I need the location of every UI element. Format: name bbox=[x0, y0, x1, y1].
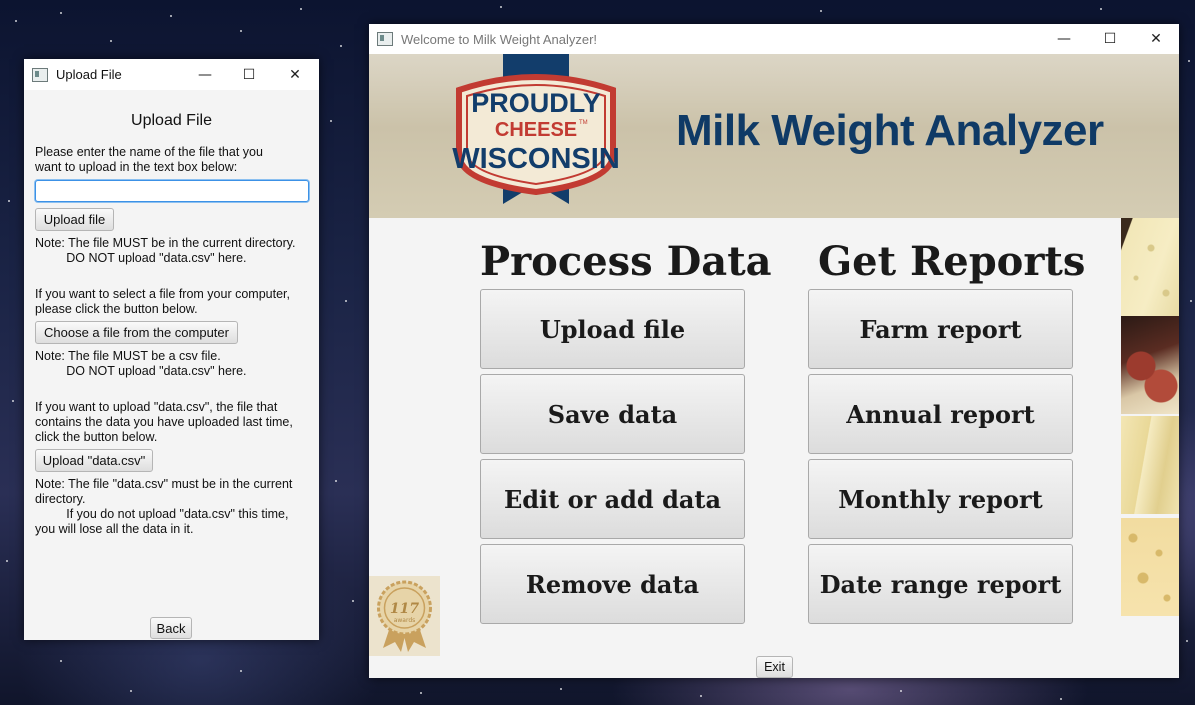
farm-report-button[interactable]: Farm report bbox=[808, 289, 1073, 369]
minimize-button[interactable]: — bbox=[1041, 24, 1087, 54]
maximize-button[interactable]: ☐ bbox=[1087, 24, 1133, 54]
proudly-wisconsin-cheese-logo: PROUDLY CHEESE TM WISCONSIN bbox=[452, 54, 620, 204]
datacsv-instruction: If you want to upload "data.csv", the fi… bbox=[35, 400, 293, 444]
maximize-button[interactable]: ☐ bbox=[227, 59, 271, 90]
upload-datacsv-button[interactable]: Upload "data.csv" bbox=[35, 449, 153, 472]
cheese-photo-salami bbox=[1121, 316, 1179, 414]
get-reports-heading: Get Reports bbox=[818, 238, 1086, 285]
cheese-photo-holes bbox=[1121, 518, 1179, 616]
logo-line3: WISCONSIN bbox=[452, 143, 620, 175]
upload-file-button[interactable]: Upload file bbox=[480, 289, 745, 369]
remove-data-button[interactable]: Remove data bbox=[480, 544, 745, 624]
banner: PROUDLY CHEESE TM WISCONSIN Milk Weight … bbox=[369, 54, 1179, 218]
main-window-title: Welcome to Milk Weight Analyzer! bbox=[401, 31, 598, 47]
app-icon bbox=[32, 67, 48, 82]
close-button[interactable]: ✕ bbox=[1133, 24, 1179, 54]
logo-line1: PROUDLY bbox=[471, 88, 601, 118]
upload-window-titlebar: Upload File — ☐ ✕ bbox=[24, 59, 319, 90]
cheese-photo-blocks bbox=[1121, 416, 1179, 514]
note-datacsv: Note: The file "data.csv" must be in the… bbox=[35, 477, 293, 536]
process-data-heading: Process Data bbox=[480, 238, 772, 285]
badge-caption: awards bbox=[394, 617, 416, 624]
app-icon bbox=[377, 32, 393, 46]
edit-or-add-data-button[interactable]: Edit or add data bbox=[480, 459, 745, 539]
main-window-titlebar: Welcome to Milk Weight Analyzer! — ☐ ✕ bbox=[369, 24, 1179, 54]
date-range-report-button[interactable]: Date range report bbox=[808, 544, 1073, 624]
upload-window-title: Upload File bbox=[56, 67, 122, 82]
upload-instruction: Please enter the name of the file that y… bbox=[35, 145, 263, 174]
save-data-button[interactable]: Save data bbox=[480, 374, 745, 454]
choose-file-instruction: If you want to select a file from your c… bbox=[35, 287, 290, 316]
close-button[interactable]: ✕ bbox=[271, 59, 319, 90]
upload-file-window: Upload File — ☐ ✕ Upload File Please ent… bbox=[24, 59, 319, 640]
annual-report-button[interactable]: Annual report bbox=[808, 374, 1073, 454]
monthly-report-button[interactable]: Monthly report bbox=[808, 459, 1073, 539]
awards-badge: 117 awards bbox=[369, 576, 440, 656]
minimize-button[interactable]: — bbox=[183, 59, 227, 90]
main-window: Welcome to Milk Weight Analyzer! — ☐ ✕ P… bbox=[369, 24, 1179, 678]
award-ribbon-icon: 117 awards bbox=[377, 580, 432, 652]
upload-heading: Upload File bbox=[131, 112, 212, 129]
note-current-directory: Note: The file MUST be in the current di… bbox=[35, 236, 296, 265]
back-button[interactable]: Back bbox=[150, 617, 192, 639]
logo-tm: TM bbox=[579, 120, 588, 126]
exit-button[interactable]: Exit bbox=[756, 656, 793, 678]
banner-title: Milk Weight Analyzer bbox=[676, 106, 1104, 155]
upload-file-button[interactable]: Upload file bbox=[35, 208, 114, 231]
cheese-photo-swiss-wedge bbox=[1121, 218, 1179, 316]
logo-line2: CHEESE bbox=[495, 119, 577, 141]
note-csv-file: Note: The file MUST be a csv file. DO NO… bbox=[35, 349, 247, 378]
badge-number: 117 bbox=[390, 601, 419, 617]
choose-file-button[interactable]: Choose a file from the computer bbox=[35, 321, 238, 344]
filename-input[interactable] bbox=[35, 180, 309, 202]
